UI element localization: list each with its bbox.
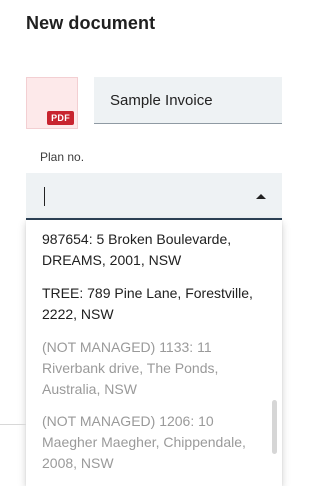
new-document-dialog: New document PDF Sample Invoice Plan no.… <box>0 0 282 486</box>
plan-number-label: Plan no. <box>40 150 85 164</box>
document-name-value: Sample Invoice <box>110 92 213 109</box>
plan-options-menu: 987654: 5 Broken Boulevarde, DREAMS, 200… <box>26 220 282 486</box>
plan-option-not-managed: (NOT MANAGED) 1206: 10 Maegher Maegher, … <box>42 413 246 471</box>
plan-number-input[interactable] <box>26 173 282 220</box>
text-caret <box>44 187 45 206</box>
plan-option[interactable]: 987654: 5 Broken Boulevarde, DREAMS, 200… <box>42 229 262 271</box>
caret-up-icon[interactable] <box>256 194 266 199</box>
plan-option-not-managed: (NOT MANAGED) 1133: 11 Riverbank drive, … <box>42 339 219 397</box>
dialog-title: New document <box>26 13 156 33</box>
divider <box>0 424 26 425</box>
plan-option[interactable]: TREE: 789 Pine Lane, Forestville, 2222, … <box>42 283 262 325</box>
pdf-badge: PDF <box>47 111 74 125</box>
document-name-field[interactable]: Sample Invoice <box>94 77 282 124</box>
menu-scrollbar[interactable] <box>272 400 277 454</box>
pdf-file-icon: PDF <box>26 77 78 129</box>
